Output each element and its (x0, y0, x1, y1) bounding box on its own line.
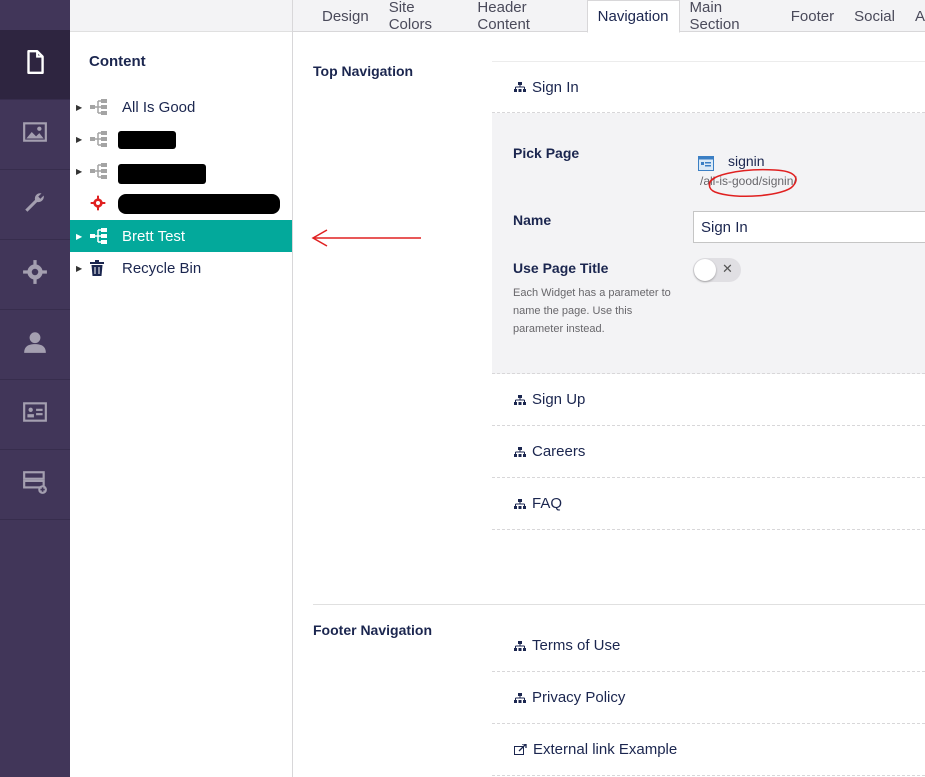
pick-page-label: Pick Page (513, 145, 580, 161)
tab-design[interactable]: Design (312, 0, 379, 32)
nav-item-sign-up[interactable]: Sign Up (492, 374, 925, 426)
sitemap-icon (514, 394, 526, 405)
expand-caret-icon[interactable]: ▶ (76, 167, 84, 176)
sitemap-icon (90, 228, 110, 244)
nav-item-label: Careers (532, 443, 586, 460)
expand-caret-icon[interactable]: ▶ (76, 232, 84, 241)
redaction-mark (118, 164, 206, 184)
nav-item-external-link[interactable]: External link Example (492, 724, 925, 776)
expand-caret-icon[interactable]: ▶ (76, 264, 84, 273)
external-link-icon (514, 744, 527, 755)
close-icon: ✕ (722, 261, 733, 276)
section-divider (313, 604, 925, 605)
use-page-title-description: Each Widget has a parameter to name the … (513, 287, 671, 335)
media-section-button[interactable] (0, 100, 70, 170)
tab-main-section[interactable]: Main Section (680, 0, 781, 33)
developer-section-button[interactable] (0, 240, 70, 310)
sitemap-icon (514, 640, 526, 651)
tree-node-brett-test[interactable]: ▶ Brett Test (70, 220, 292, 252)
sitemap-icon (90, 99, 110, 115)
settings-section-button[interactable] (0, 170, 70, 240)
sitemap-icon (514, 82, 526, 92)
page-doc-icon (698, 156, 714, 176)
tree-node-all-is-good[interactable]: ▶ All Is Good (70, 91, 292, 123)
tree-node-redacted-1[interactable]: ▶ (70, 123, 292, 155)
image-icon (22, 119, 48, 150)
red-gear-icon (90, 195, 110, 211)
tree-header-bar (70, 0, 292, 32)
wrench-icon (22, 189, 48, 220)
sitemap-icon (514, 692, 526, 703)
tab-overflow[interactable]: A (905, 0, 925, 32)
app-sidebar (0, 0, 70, 777)
sitemap-icon (514, 446, 526, 457)
nav-item-label: FAQ (532, 495, 563, 512)
user-icon (22, 329, 48, 360)
nav-item-privacy-policy[interactable]: Privacy Policy (492, 672, 925, 724)
sitemap-icon (514, 498, 526, 509)
footer-navigation-label: Footer Navigation (313, 622, 433, 638)
nav-item-careers[interactable]: Careers (492, 426, 925, 478)
tab-footer[interactable]: Footer (781, 0, 844, 32)
name-field[interactable] (693, 211, 925, 243)
content-tree-panel: Content ▶ All Is Good ▶ ▶ ▶ Brett Test ▶… (70, 0, 293, 777)
navigation-editor: Top Navigation Sign In Pick Page signin … (293, 32, 925, 777)
use-page-title-toggle[interactable]: ✕ (693, 258, 741, 282)
sitemap-icon (90, 163, 110, 179)
users-section-button[interactable] (0, 310, 70, 380)
nav-item-label: Privacy Policy (532, 689, 626, 706)
nav-item-label: Terms of Use (532, 637, 621, 654)
id-card-icon (22, 399, 48, 430)
tab-navigation[interactable]: Navigation (586, 0, 680, 33)
document-icon (22, 49, 48, 80)
name-label: Name (513, 212, 552, 228)
form-add-icon (22, 469, 48, 500)
nav-item-label: External link Example (533, 741, 678, 758)
gear-icon (22, 259, 48, 290)
trash-icon (90, 260, 110, 276)
toggle-knob (694, 259, 716, 281)
nav-item-editor-panel: Pick Page signin /all-is-good/signin/ Na… (492, 113, 925, 374)
tree-node-label: Brett Test (122, 227, 186, 245)
tree-node-recycle-bin[interactable]: ▶ Recycle Bin (70, 252, 292, 284)
picked-page-name[interactable]: signin (728, 153, 765, 169)
forms-section-button[interactable] (0, 450, 70, 520)
expand-caret-icon[interactable]: ▶ (76, 103, 84, 112)
tree-title: Content (89, 53, 146, 70)
redaction-mark (118, 194, 280, 214)
redaction-mark (118, 131, 176, 149)
top-navigation-label: Top Navigation (313, 63, 414, 79)
tree-node-label: All Is Good (122, 98, 196, 116)
content-section-button[interactable] (0, 30, 70, 100)
tab-social[interactable]: Social (844, 0, 905, 32)
picked-page-url: /all-is-good/signin/ (700, 174, 797, 188)
nav-item-faq[interactable]: FAQ (492, 478, 925, 530)
tab-header-content[interactable]: Header Content (467, 0, 586, 33)
content-tabs: Design Site Colors Header Content Naviga… (293, 0, 925, 33)
members-section-button[interactable] (0, 380, 70, 450)
tab-site-colors[interactable]: Site Colors (379, 0, 468, 33)
nav-item-sign-in[interactable]: Sign In (492, 61, 925, 113)
nav-item-label: Sign In (532, 78, 579, 96)
expand-caret-icon[interactable]: ▶ (76, 135, 84, 144)
tree-node-label: Recycle Bin (122, 259, 202, 277)
sitemap-icon (90, 131, 110, 147)
nav-item-label: Sign Up (532, 391, 586, 408)
use-page-title-label: Use Page Title (513, 260, 609, 276)
nav-item-terms-of-use[interactable]: Terms of Use (492, 620, 925, 672)
